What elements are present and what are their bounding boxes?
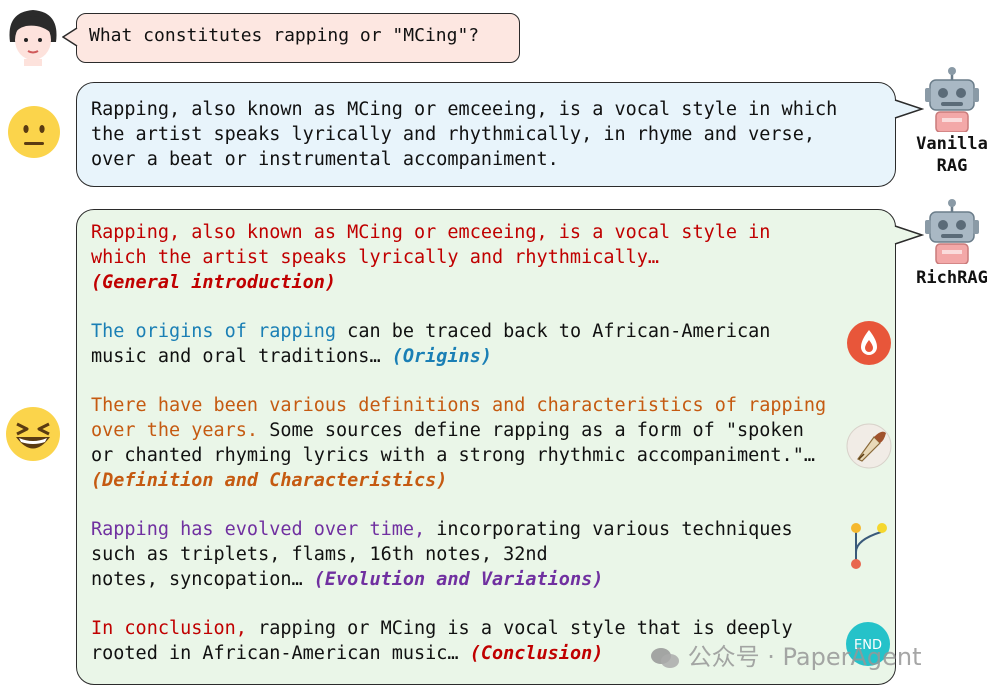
- robot-icon: [922, 198, 982, 265]
- section-general-introduction: Rapping, also known as MCing or emceeing…: [91, 220, 843, 295]
- vanilla-rag-label: Vanilla RAG: [916, 134, 988, 176]
- evolution-text-1: incorporating various techniques: [425, 519, 793, 540]
- richrag-label: RichRAG: [916, 268, 988, 288]
- vanilla-line-3: over a beat or instrumental accompanimen…: [91, 149, 559, 170]
- conclusion-text-2: rooted in African-American music…: [91, 643, 470, 664]
- fire-drop-icon: [846, 320, 892, 366]
- definition-tag: (Definition and Characteristics): [91, 470, 448, 491]
- evolution-text-2: such as triplets, flams, 16th notes, 32n…: [91, 544, 548, 565]
- evolution-tag: (Evolution and Variations): [313, 569, 604, 590]
- wechat-icon: [650, 646, 680, 670]
- vanilla-rag-response: Rapping, also known as MCing or emceeing…: [76, 82, 896, 187]
- section-definition: There have been various definitions and …: [91, 393, 843, 493]
- watermark: 公众号 · PaperAgent: [650, 637, 922, 672]
- evolution-highlight: Rapping has evolved over time,: [91, 519, 426, 540]
- question-bubble-tail: [62, 27, 78, 47]
- definition-highlight-1: There have been various definitions and …: [91, 395, 827, 416]
- vanilla-line-2: the artist speaks lyrically and rhythmic…: [91, 124, 815, 145]
- section-origins: The origins of rapping can be traced bac…: [91, 319, 843, 369]
- definition-text-2: Some sources define rapping as a form of…: [258, 420, 804, 441]
- definition-highlight-2: over the years.: [91, 420, 259, 441]
- conclusion-tag: (Conclusion): [469, 643, 604, 664]
- section-evolution: Rapping has evolved over time, incorpora…: [91, 517, 843, 592]
- definition-text-3: or chanted rhyming lyrics with a strong …: [91, 445, 815, 466]
- quill-pen-icon: [846, 423, 892, 469]
- grinning-squint-emoji-icon: [5, 406, 61, 462]
- question-bubble: What constitutes rapping or "MCing"?: [76, 13, 520, 63]
- intro-line-1: Rapping, also known as MCing or emceeing…: [91, 222, 771, 243]
- evolution-text-3: notes, syncopation…: [91, 569, 314, 590]
- question-text: What constitutes rapping or "MCing"?: [89, 25, 480, 46]
- neutral-face-emoji-icon: [7, 105, 61, 159]
- intro-tag: (General introduction): [91, 272, 337, 293]
- origins-highlight: The origins of rapping: [91, 321, 337, 342]
- origins-tag: (Origins): [391, 346, 492, 367]
- richrag-response: Rapping, also known as MCing or emceeing…: [76, 209, 896, 685]
- origins-text-1: can be traced back to African-American: [336, 321, 771, 342]
- richrag-bubble-tail: [894, 225, 924, 245]
- vanilla-bubble-tail: [894, 99, 924, 119]
- branch-icon: [846, 518, 892, 572]
- conclusion-highlight: In conclusion,: [91, 618, 247, 639]
- conclusion-text-1: rapping or MCing is a vocal style that i…: [246, 618, 793, 639]
- robot-icon: [922, 66, 982, 133]
- user-avatar-icon: [4, 6, 62, 66]
- vanilla-line-1: Rapping, also known as MCing or emceeing…: [91, 99, 838, 120]
- intro-line-2: which the artist speaks lyrically and rh…: [91, 247, 660, 268]
- watermark-text: 公众号 · PaperAgent: [687, 643, 922, 671]
- origins-text-2: music and oral traditions…: [91, 346, 392, 367]
